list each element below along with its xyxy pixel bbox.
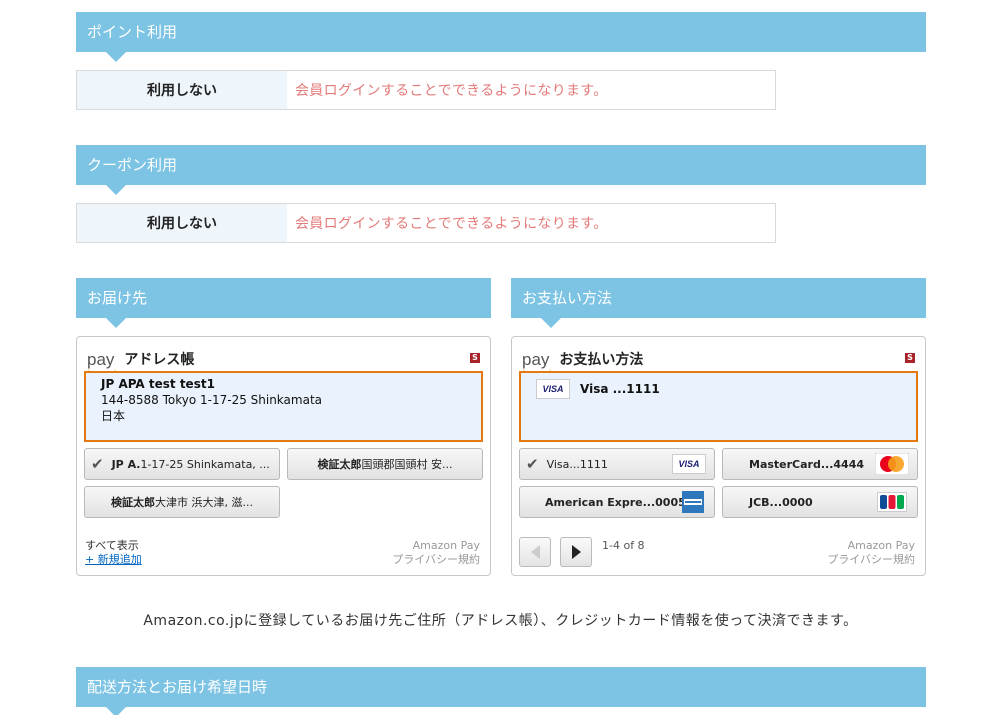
jcb-card-icon: [877, 492, 907, 512]
card-choice-visa[interactable]: ✔ Visa...1111 VISA: [519, 448, 715, 480]
address-choice-1[interactable]: ✔ JP A. 1-17-25 Shinkamata, ...: [84, 448, 280, 480]
points-section-header: ポイント利用: [76, 12, 926, 62]
card-choice-mastercard[interactable]: MasterCard...4444: [722, 448, 918, 480]
pager-next-button[interactable]: [560, 537, 592, 567]
secure-badge-icon: S: [905, 353, 915, 363]
coupon-option-label[interactable]: 利用しない: [77, 204, 287, 242]
points-login-message: 会員ログインすることでできるようになります。: [295, 83, 608, 99]
address-choice-2[interactable]: 検証太郎 国頭郡国頭村 安...: [287, 448, 483, 480]
visa-card-icon: VISA: [536, 379, 570, 399]
points-option-row: 利用しない 会員ログインすることでできるようになります。: [76, 70, 776, 110]
card-choice-jcb[interactable]: JCB...0000: [722, 486, 918, 518]
amazon-pay-brand-text: Amazon Pay: [412, 539, 480, 552]
address-widget-header: pay アドレス帳: [87, 343, 195, 374]
delivery-section-title: 配送方法とお届け希望日時: [87, 678, 268, 696]
coupon-option-row: 利用しない 会員ログインすることでできるようになります。: [76, 203, 776, 243]
address-widget-brand: Amazon Pay プライバシー規約: [392, 539, 480, 567]
coupon-section-title: クーポン利用: [87, 156, 178, 174]
selected-address-name: JP APA test test1: [101, 377, 215, 391]
payment-widget-title: お支払い方法: [559, 352, 644, 368]
shipping-section-header: お届け先: [76, 278, 491, 328]
address-widget-title: アドレス帳: [124, 352, 195, 368]
chevron-left-icon: [530, 545, 540, 559]
show-all-link[interactable]: すべて表示: [85, 539, 142, 553]
amazon-pay-note: Amazon.co.jpに登録しているお届け先ご住所（アドレス帳）、クレジットカ…: [143, 613, 858, 629]
amazon-pay-logo: pay: [87, 351, 116, 374]
chevron-right-icon: [571, 545, 581, 559]
privacy-policy-link[interactable]: プライバシー規約: [392, 553, 480, 567]
payment-widget-header: pay お支払い方法: [522, 343, 644, 374]
points-section-title: ポイント利用: [87, 23, 178, 41]
pager-info: 1-4 of 8: [602, 539, 645, 552]
payment-widget-brand: Amazon Pay プライバシー規約: [827, 539, 915, 567]
selected-address-line2: 日本: [101, 409, 126, 423]
selected-address[interactable]: JP APA test test1 144-8588 Tokyo 1-17-25…: [84, 371, 483, 442]
coupon-login-message: 会員ログインすることでできるようになります。: [295, 216, 608, 232]
coupon-section-header: クーポン利用: [76, 145, 926, 195]
visa-card-icon: VISA: [672, 454, 706, 474]
points-option-label[interactable]: 利用しない: [77, 71, 287, 109]
checkmark-icon: ✔: [526, 455, 539, 473]
payment-method-widget: pay お支払い方法 S VISA Visa ...1111 ✔ Visa...…: [511, 336, 926, 576]
pager-previous-button[interactable]: [519, 537, 551, 567]
privacy-policy-link[interactable]: プライバシー規約: [827, 553, 915, 567]
selected-payment[interactable]: VISA Visa ...1111: [519, 371, 918, 442]
checkmark-icon: ✔: [91, 455, 104, 473]
selected-payment-label: Visa ...1111: [580, 382, 660, 396]
add-new-address-link[interactable]: + 新規追加: [85, 553, 142, 567]
amazon-pay-logo: pay: [522, 351, 551, 374]
delivery-section-header: 配送方法とお届け希望日時: [76, 667, 926, 715]
address-choice-3[interactable]: 検証太郎 大津市 浜大津, 滋...: [84, 486, 280, 518]
address-widget-footer-links: すべて表示 + 新規追加: [85, 539, 142, 567]
card-choice-amex[interactable]: American Expre...0005: [519, 486, 715, 518]
secure-badge-icon: S: [470, 353, 480, 363]
amazon-pay-brand-text: Amazon Pay: [847, 539, 915, 552]
payment-section-header: お支払い方法: [511, 278, 926, 328]
amex-card-icon: [682, 491, 704, 513]
address-book-widget: pay アドレス帳 S JP APA test test1 144-8588 T…: [76, 336, 491, 576]
payment-section-title: お支払い方法: [522, 289, 613, 307]
shipping-section-title: お届け先: [87, 289, 148, 307]
mastercard-icon: [875, 453, 909, 475]
selected-address-line1: 144-8588 Tokyo 1-17-25 Shinkamata: [101, 393, 323, 407]
